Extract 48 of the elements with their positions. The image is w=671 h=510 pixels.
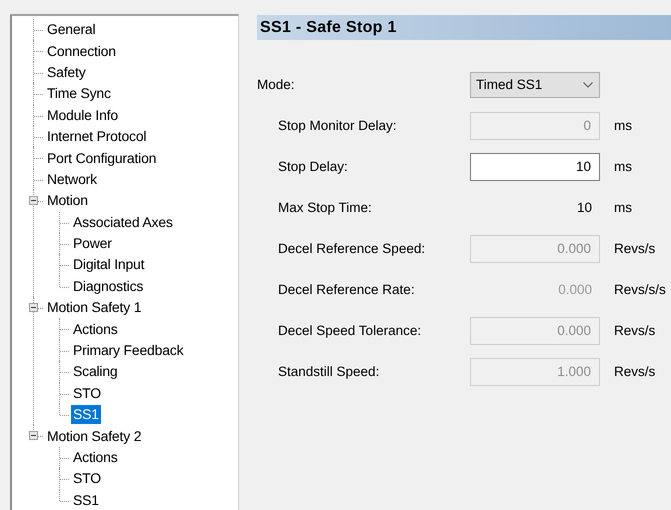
tree-item[interactable]: Digital Input xyxy=(71,255,146,274)
tree-item[interactable]: Actions xyxy=(71,320,120,339)
tree-item[interactable]: Diagnostics xyxy=(71,276,146,296)
tree-item[interactable]: Motion Safety 1 xyxy=(45,298,144,318)
tree-item[interactable]: Primary Feedback xyxy=(71,341,186,360)
unit-label: ms xyxy=(613,159,633,174)
tree-item[interactable]: Power xyxy=(71,234,114,254)
field-label: Decel Speed Tolerance: xyxy=(278,323,422,338)
dropdown-value: Timed SS1 xyxy=(476,77,542,92)
unit-label: ms xyxy=(613,118,633,133)
field-label: Standstill Speed: xyxy=(278,364,380,379)
tree-item[interactable]: STO xyxy=(71,469,103,488)
tree-item[interactable]: Time Sync xyxy=(45,84,113,104)
unit-label: Revs/s xyxy=(613,323,656,338)
tree-item[interactable]: Scaling xyxy=(71,362,120,382)
tree-item[interactable]: STO xyxy=(71,384,103,403)
tree-item[interactable]: Actions xyxy=(71,448,120,467)
field-label: Max Stop Time: xyxy=(278,200,373,215)
tree-item[interactable]: Safety xyxy=(45,62,88,82)
field-label: Decel Reference Rate: xyxy=(278,282,416,297)
collapse-icon[interactable] xyxy=(29,196,38,206)
tree-item[interactable]: Motion xyxy=(45,191,90,210)
tree-item[interactable]: Connection xyxy=(45,42,118,61)
tree-item[interactable]: Internet Protocol xyxy=(45,127,148,146)
tree-item[interactable]: Associated Axes xyxy=(71,212,175,232)
input-field[interactable]: 10 xyxy=(470,152,600,180)
field-label: Stop Delay: xyxy=(278,159,349,174)
field-label: Stop Monitor Delay: xyxy=(278,118,398,133)
unit-label: Revs/s xyxy=(613,364,656,379)
unit-label: Revs/s/s xyxy=(613,282,667,297)
tree-item[interactable]: SS1 xyxy=(71,405,101,424)
unit-label: Revs/s xyxy=(613,241,656,256)
chevron-down-icon xyxy=(583,82,593,88)
value-text: 10 xyxy=(576,200,593,215)
section-title: SS1 - Safe Stop 1 xyxy=(257,15,671,40)
tree-item[interactable]: Network xyxy=(45,170,99,189)
value-text: 0.000 xyxy=(558,282,593,297)
unit-label: ms xyxy=(613,200,633,215)
tree-item[interactable]: General xyxy=(45,20,98,40)
collapse-icon[interactable] xyxy=(29,303,38,312)
mode-dropdown[interactable]: Timed SS1 xyxy=(470,72,600,98)
field-label: Decel Reference Speed: xyxy=(278,241,426,256)
collapse-icon[interactable] xyxy=(29,431,38,440)
tree-item[interactable]: Module Info xyxy=(45,106,120,125)
field-label: Mode: xyxy=(257,77,296,92)
tree-item[interactable]: Motion Safety 2 xyxy=(45,426,144,446)
tree-item[interactable]: Port Configuration xyxy=(45,148,158,168)
tree-item[interactable]: SS1 xyxy=(71,490,101,510)
